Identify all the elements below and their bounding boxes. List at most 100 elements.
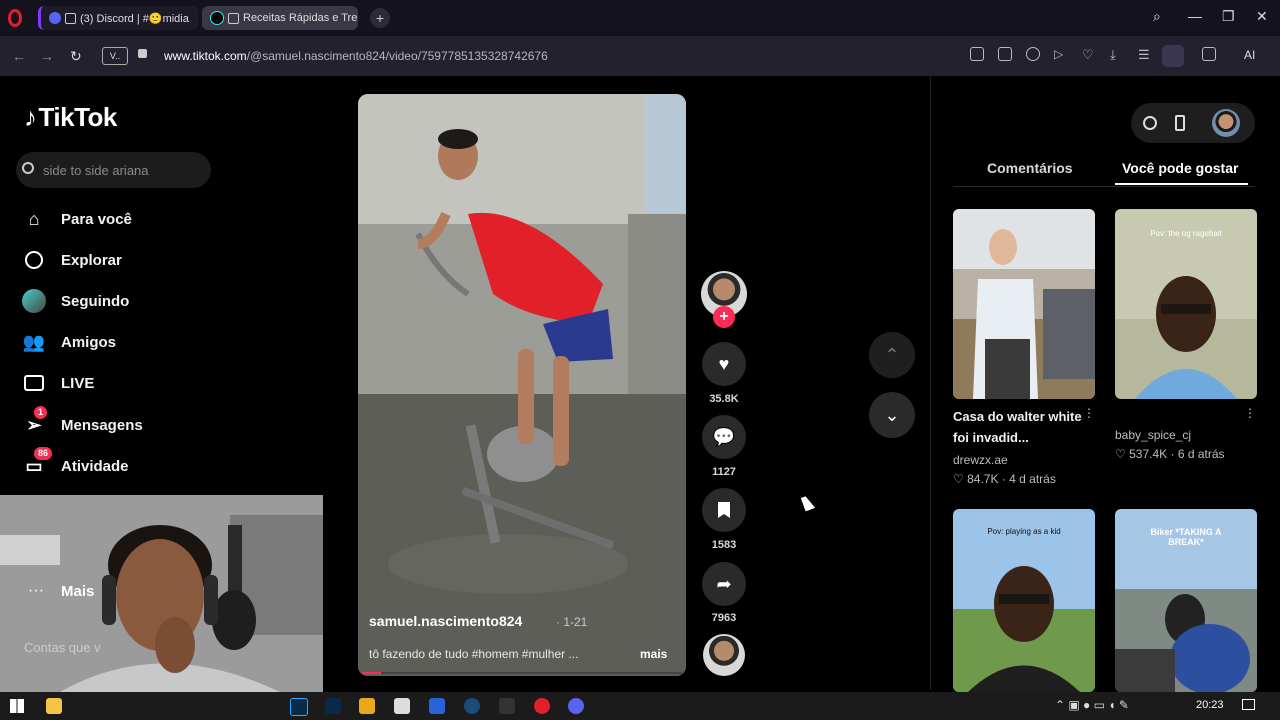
clock: 20:23 (1196, 699, 1224, 711)
search-icon (22, 162, 34, 174)
speaker-icon (228, 12, 239, 24)
previous-video-button[interactable]: ⌃ (869, 332, 915, 378)
photoshop-icon[interactable] (290, 698, 308, 716)
share-button[interactable]: ➦ (702, 562, 746, 606)
notification-icon[interactable] (1242, 699, 1255, 710)
tiktok-logo-icon: ♪ (24, 102, 37, 132)
suggested-video-thumbnail[interactable]: Pov: the og ragebait (1115, 209, 1257, 399)
sidebar-item-explorar[interactable]: Explorar (22, 243, 122, 277)
file-explorer-icon[interactable] (46, 698, 62, 714)
app-grid-icon[interactable] (499, 698, 515, 714)
document-icon[interactable] (394, 698, 410, 714)
friends-icon: 👥 (22, 331, 46, 352)
like-count: 35.8K (709, 393, 739, 405)
steam-icon[interactable] (464, 698, 480, 714)
next-video-button[interactable]: ⌄ (869, 392, 915, 438)
minimize-button[interactable]: — (1188, 8, 1202, 24)
age-text: 6 d atrás (1177, 447, 1225, 461)
suggested-video-thumbnail[interactable]: Biker *TAKING A BREAK* (1115, 509, 1257, 692)
reload-icon[interactable]: ↻ (70, 48, 82, 65)
new-tab-button[interactable]: + (370, 8, 390, 28)
maximize-button[interactable]: ❐ (1222, 8, 1235, 25)
heart-outline-icon: ♡ (1115, 447, 1130, 461)
menu-icon[interactable]: ☰ (1138, 47, 1152, 62)
age-text: 4 d atrás (1009, 472, 1056, 486)
tray-icons[interactable]: ⌃ ▣ ● ▭ ◖ ✎ (1055, 698, 1129, 712)
opera-logo-icon[interactable] (8, 9, 22, 27)
suggested-video-thumbnail[interactable] (953, 209, 1095, 399)
webcam-person-image (0, 495, 323, 692)
back-icon[interactable]: ← (12, 48, 26, 64)
app-blue-icon[interactable] (429, 698, 445, 714)
app-icon[interactable] (359, 698, 375, 714)
extension-cube-icon[interactable] (1202, 47, 1216, 61)
tab-label: (3) Discord | #🙂midia (80, 12, 189, 25)
sidebar-item-para-voce[interactable]: ⌂ Para você (22, 202, 132, 236)
suggested-video-author[interactable]: baby_spice_cj (1115, 428, 1191, 442)
share-count: 7963 (711, 612, 737, 624)
url-field[interactable]: www.tiktok.com/@samuel.nascimento824/vid… (164, 49, 548, 63)
edit-icon[interactable] (970, 47, 984, 61)
video-progress-bar[interactable] (362, 672, 682, 674)
search-tabs-icon[interactable]: ⌕ (1153, 8, 1161, 25)
suggested-video-thumbnail[interactable]: Pov: playing as a kid (953, 509, 1095, 692)
activity-badge: 86 (34, 447, 53, 460)
play-icon[interactable]: ▷ (1054, 47, 1068, 61)
messages-icon: ➢ 1 (22, 406, 48, 436)
site-info-badge[interactable]: V.. (102, 47, 128, 65)
thumbnail-overlay-text: Pov: the og ragebait (1150, 229, 1222, 238)
suggested-video-title[interactable]: Casa do walter white foi invadid... (953, 406, 1083, 448)
sidebar-item-mensagens[interactable]: ➢ 1 Mensagens (22, 406, 143, 442)
comment-button[interactable]: 💬 (702, 415, 746, 459)
download-icon[interactable]: ⤓ (1110, 47, 1124, 62)
tiktok-logo[interactable]: ♪TikTok (24, 102, 117, 133)
sidebar-item-mais[interactable]: Mais (61, 583, 94, 600)
phone-icon[interactable] (1175, 115, 1185, 131)
forward-icon[interactable]: → (40, 48, 54, 64)
video-player[interactable] (358, 94, 686, 676)
photoshop-alt-icon[interactable] (325, 698, 341, 714)
save-count: 1583 (711, 539, 737, 551)
suggested-video-author[interactable]: drewzx.ae (953, 453, 1008, 467)
video-username[interactable]: samuel.nascimento824 (369, 613, 522, 629)
discord-taskbar-icon[interactable] (568, 698, 584, 714)
logo-text: TikTok (38, 102, 118, 132)
heart-icon[interactable]: ♡ (1082, 47, 1096, 62)
more-icon[interactable]: ··· (28, 582, 44, 600)
close-window-button[interactable]: ✕ (1256, 8, 1268, 25)
sidebar-item-label: Mensagens (61, 416, 143, 434)
follow-plus-icon[interactable]: + (713, 306, 735, 328)
sidebar-item-seguindo[interactable]: Seguindo (22, 284, 129, 318)
tab-comentarios[interactable]: Comentários (987, 160, 1073, 176)
home-icon: ⌂ (28, 208, 40, 229)
compass-small-icon[interactable] (1143, 116, 1157, 130)
messages-badge: 1 (34, 406, 48, 419)
shield-icon[interactable] (1026, 47, 1040, 61)
caption-more-link[interactable]: mais (640, 647, 667, 661)
sidebar-item-atividade[interactable]: ▭ 86 Atividade (22, 447, 129, 483)
more-options-icon[interactable]: ⋮ (1083, 406, 1095, 420)
video-progress-fill (362, 672, 382, 674)
user-avatar[interactable] (1212, 109, 1240, 137)
ai-button[interactable]: AI (1244, 48, 1255, 62)
share-icon: ➦ (716, 573, 732, 594)
camera-icon[interactable] (998, 47, 1012, 61)
heart-icon: ♥ (718, 353, 730, 374)
windows-start-icon[interactable] (10, 699, 24, 713)
more-options-icon[interactable]: ⋮ (1244, 406, 1256, 420)
sound-avatar[interactable] (703, 634, 745, 676)
profile-icon[interactable] (1162, 45, 1184, 67)
app-red-icon[interactable] (534, 698, 550, 714)
tab-discord[interactable]: (3) Discord | #🙂midia (38, 6, 198, 30)
activity-icon: ▭ 86 (22, 447, 53, 477)
sidebar-item-amigos[interactable]: 👥 Amigos (22, 325, 116, 359)
webcam-overlay (0, 495, 323, 692)
tab-voce-pode-gostar[interactable]: Você pode gostar (1122, 160, 1238, 176)
tab-baseline (953, 186, 1255, 187)
tab-tiktok-active[interactable]: Receitas Rápidas e Trei (202, 6, 358, 30)
like-button[interactable]: ♥ (702, 342, 746, 386)
lock-icon[interactable] (138, 49, 147, 58)
thumbnail-image (953, 509, 1095, 692)
sidebar-item-live[interactable]: LIVE (22, 366, 94, 400)
save-button[interactable] (702, 488, 746, 532)
